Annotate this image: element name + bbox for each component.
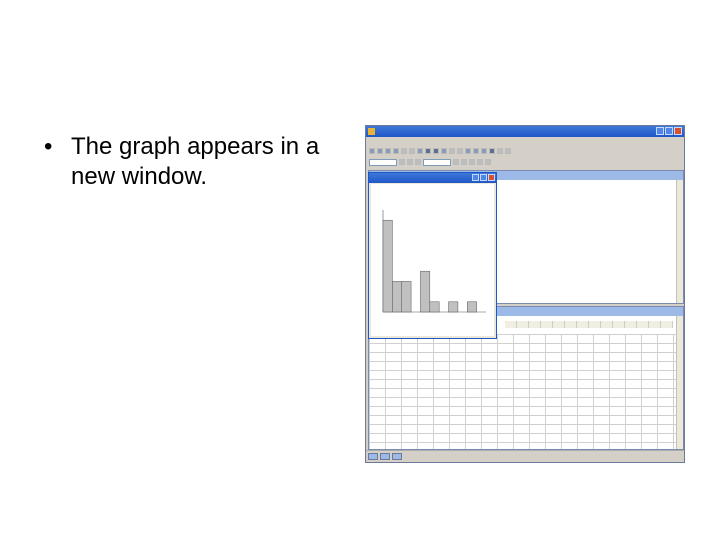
paste-icon[interactable] bbox=[417, 148, 423, 154]
column-header[interactable] bbox=[517, 321, 529, 328]
column-header[interactable] bbox=[565, 321, 577, 328]
column-header[interactable] bbox=[661, 321, 673, 328]
column-header[interactable] bbox=[529, 321, 541, 328]
histogram-bar bbox=[420, 270, 431, 313]
worksheet-scrollbar[interactable] bbox=[676, 316, 683, 449]
open-icon[interactable] bbox=[377, 148, 383, 154]
histogram-bar bbox=[429, 301, 440, 313]
column-headers bbox=[505, 321, 673, 328]
bullet-marker: • bbox=[44, 133, 53, 160]
sort-icon[interactable] bbox=[453, 159, 459, 165]
new-icon[interactable] bbox=[369, 148, 375, 154]
graph-minimize-button[interactable] bbox=[472, 174, 479, 181]
window-controls bbox=[656, 127, 682, 135]
column-header[interactable] bbox=[541, 321, 553, 328]
copy-icon[interactable] bbox=[409, 148, 415, 154]
column-header[interactable] bbox=[649, 321, 661, 328]
column-header[interactable] bbox=[601, 321, 613, 328]
worksheet-combo[interactable] bbox=[369, 158, 397, 166]
annotation-icon[interactable] bbox=[469, 159, 475, 165]
insert-cells-icon[interactable] bbox=[399, 159, 405, 165]
line-tool-icon[interactable] bbox=[485, 159, 491, 165]
histogram-bar bbox=[448, 301, 459, 313]
histogram-bar bbox=[401, 281, 412, 313]
bullet-text: The graph appears in a new window. bbox=[71, 133, 320, 190]
insert-rows-icon[interactable] bbox=[407, 159, 413, 165]
graph-close-button[interactable] bbox=[488, 174, 495, 181]
maximize-button[interactable] bbox=[665, 127, 673, 135]
histogram-bar bbox=[392, 281, 402, 313]
brush-icon[interactable] bbox=[497, 148, 503, 154]
minimized-window-button[interactable] bbox=[368, 453, 378, 460]
edit-last-dialog-icon[interactable] bbox=[441, 148, 447, 154]
histogram-chart bbox=[382, 210, 486, 313]
cut-icon[interactable] bbox=[401, 148, 407, 154]
column-header[interactable] bbox=[577, 321, 589, 328]
save-icon[interactable] bbox=[385, 148, 391, 154]
insert-columns-icon[interactable] bbox=[415, 159, 421, 165]
histogram-bar bbox=[382, 219, 393, 313]
column-header[interactable] bbox=[553, 321, 565, 328]
column-header[interactable] bbox=[505, 321, 517, 328]
session-scrollbar[interactable] bbox=[676, 180, 683, 303]
project-manager-icon[interactable] bbox=[489, 148, 495, 154]
column-header[interactable] bbox=[625, 321, 637, 328]
print-icon[interactable] bbox=[393, 148, 399, 154]
format-icon[interactable] bbox=[461, 159, 467, 165]
slide-bullet: • The graph appears in a new window. bbox=[44, 132, 344, 192]
help-icon[interactable] bbox=[457, 148, 463, 154]
standard-toolbar bbox=[366, 146, 684, 156]
histogram-canvas bbox=[371, 184, 494, 336]
graph-window[interactable] bbox=[368, 172, 497, 339]
graph-icon[interactable] bbox=[481, 148, 487, 154]
column-header[interactable] bbox=[589, 321, 601, 328]
column-header[interactable] bbox=[613, 321, 625, 328]
zoom-icon[interactable] bbox=[505, 148, 511, 154]
session-window-icon[interactable] bbox=[465, 148, 471, 154]
minimized-windows-bar bbox=[366, 450, 684, 462]
minimize-button[interactable] bbox=[656, 127, 664, 135]
worksheet-toolbar bbox=[366, 157, 684, 167]
graph-combo[interactable] bbox=[423, 158, 451, 166]
close-button[interactable] bbox=[674, 127, 682, 135]
worksheet-icon[interactable] bbox=[473, 148, 479, 154]
menu-bar bbox=[366, 137, 684, 146]
minitab-app-icon bbox=[368, 128, 375, 135]
minimized-window-button[interactable] bbox=[380, 453, 390, 460]
graph-maximize-button[interactable] bbox=[480, 174, 487, 181]
graph-window-controls bbox=[472, 174, 495, 181]
app-title-bar[interactable] bbox=[366, 126, 684, 137]
column-header[interactable] bbox=[637, 321, 649, 328]
graph-title-bar[interactable] bbox=[369, 173, 496, 183]
find-icon[interactable] bbox=[449, 148, 455, 154]
undo-icon[interactable] bbox=[425, 148, 431, 154]
redo-icon[interactable] bbox=[433, 148, 439, 154]
minimized-window-button[interactable] bbox=[392, 453, 402, 460]
histogram-bar bbox=[467, 301, 477, 313]
text-tool-icon[interactable] bbox=[477, 159, 483, 165]
worksheet-grid[interactable] bbox=[369, 334, 676, 449]
